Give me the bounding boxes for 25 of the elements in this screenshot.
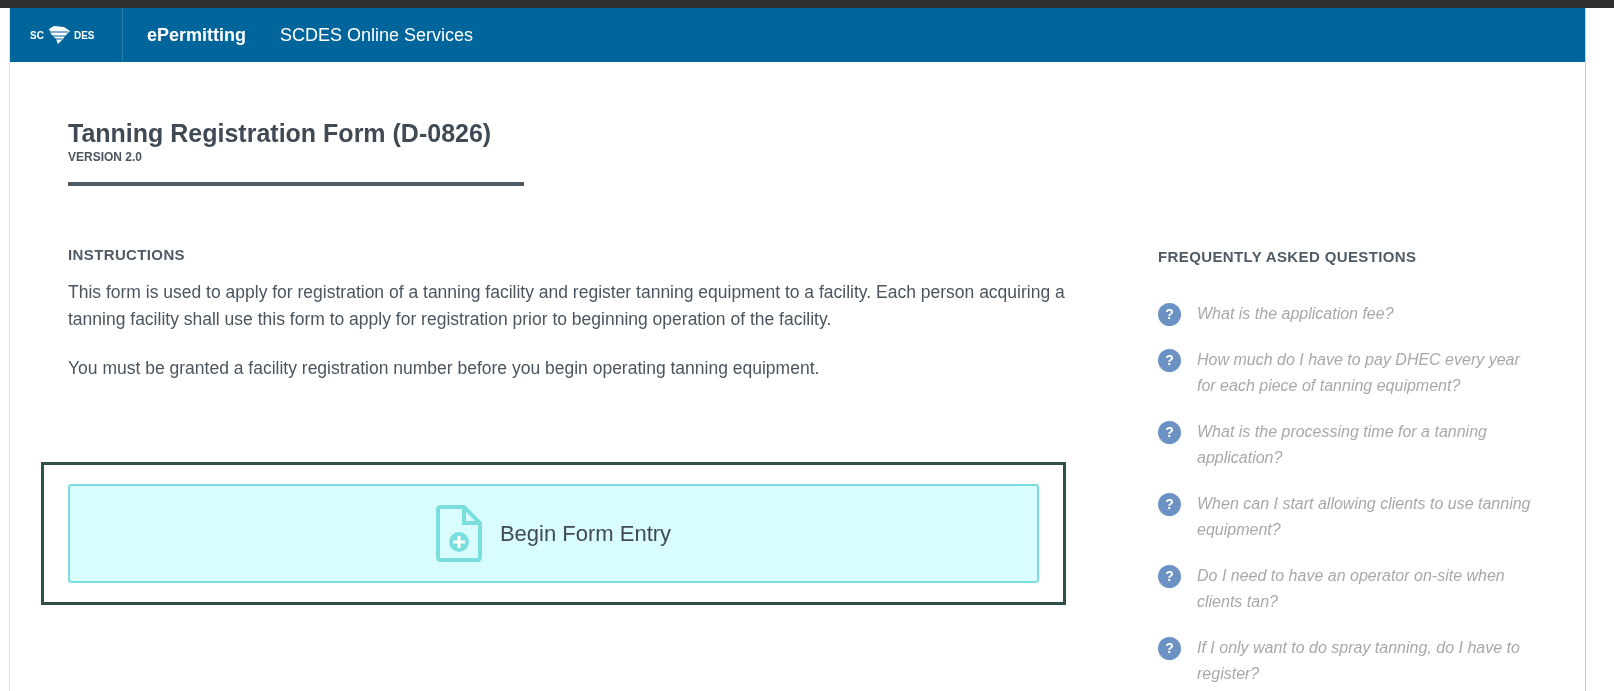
section-heading: INSTRUCTIONS (68, 245, 186, 265)
form-title: Tanning Registration Form (D-0826) (68, 118, 493, 148)
faq-link[interactable]: When can I start allowing clients to use tanning equipment? (1197, 490, 1542, 543)
form-version: VERSION 2.0 (68, 149, 144, 166)
question-icon: ? (1158, 636, 1181, 660)
question-icon: ? (1158, 492, 1181, 516)
instruction-paragraph: This form is used to apply for registration of a tanning facility and register tanning equipment to a facility. Each person acquiring a tanning facility shall use this form to apply for registration prior to beginning operation of the facility. (68, 280, 1066, 331)
faq-link[interactable]: What is the processing time for a tanning application? (1197, 418, 1542, 471)
question-icon: ? (1158, 420, 1181, 444)
logo[interactable]: SC DES (10, 8, 123, 62)
file-plus-icon (435, 504, 482, 562)
instruction-paragraph: You must be granted a facility registration number before you begin operating tanning equipment. (68, 356, 821, 380)
faq-link[interactable]: Do I need to have an operator on-site when clients tan? (1197, 562, 1542, 615)
question-icon: ? (1158, 302, 1181, 326)
faq-link[interactable]: How much do I have to pay DHEC every year for each piece of tanning equipment? (1197, 346, 1542, 399)
app-name-link[interactable]: ePermitting (147, 21, 247, 49)
online-services-link[interactable]: SCDES Online Services (280, 21, 474, 49)
question-icon: ? (1158, 348, 1181, 372)
logo-text: DES (73, 28, 95, 43)
question-icon: ? (1158, 564, 1181, 588)
section-heading: FREQUENTLY ASKED QUESTIONS (1158, 247, 1418, 267)
faq-link[interactable]: What is the application fee? (1197, 300, 1542, 327)
begin-form-entry-button[interactable]: Begin Form Entry (68, 483, 1039, 583)
faq-link[interactable]: If I only want to do spray tanning, do I have to register? (1197, 634, 1542, 687)
logo-text: SC (30, 28, 44, 43)
